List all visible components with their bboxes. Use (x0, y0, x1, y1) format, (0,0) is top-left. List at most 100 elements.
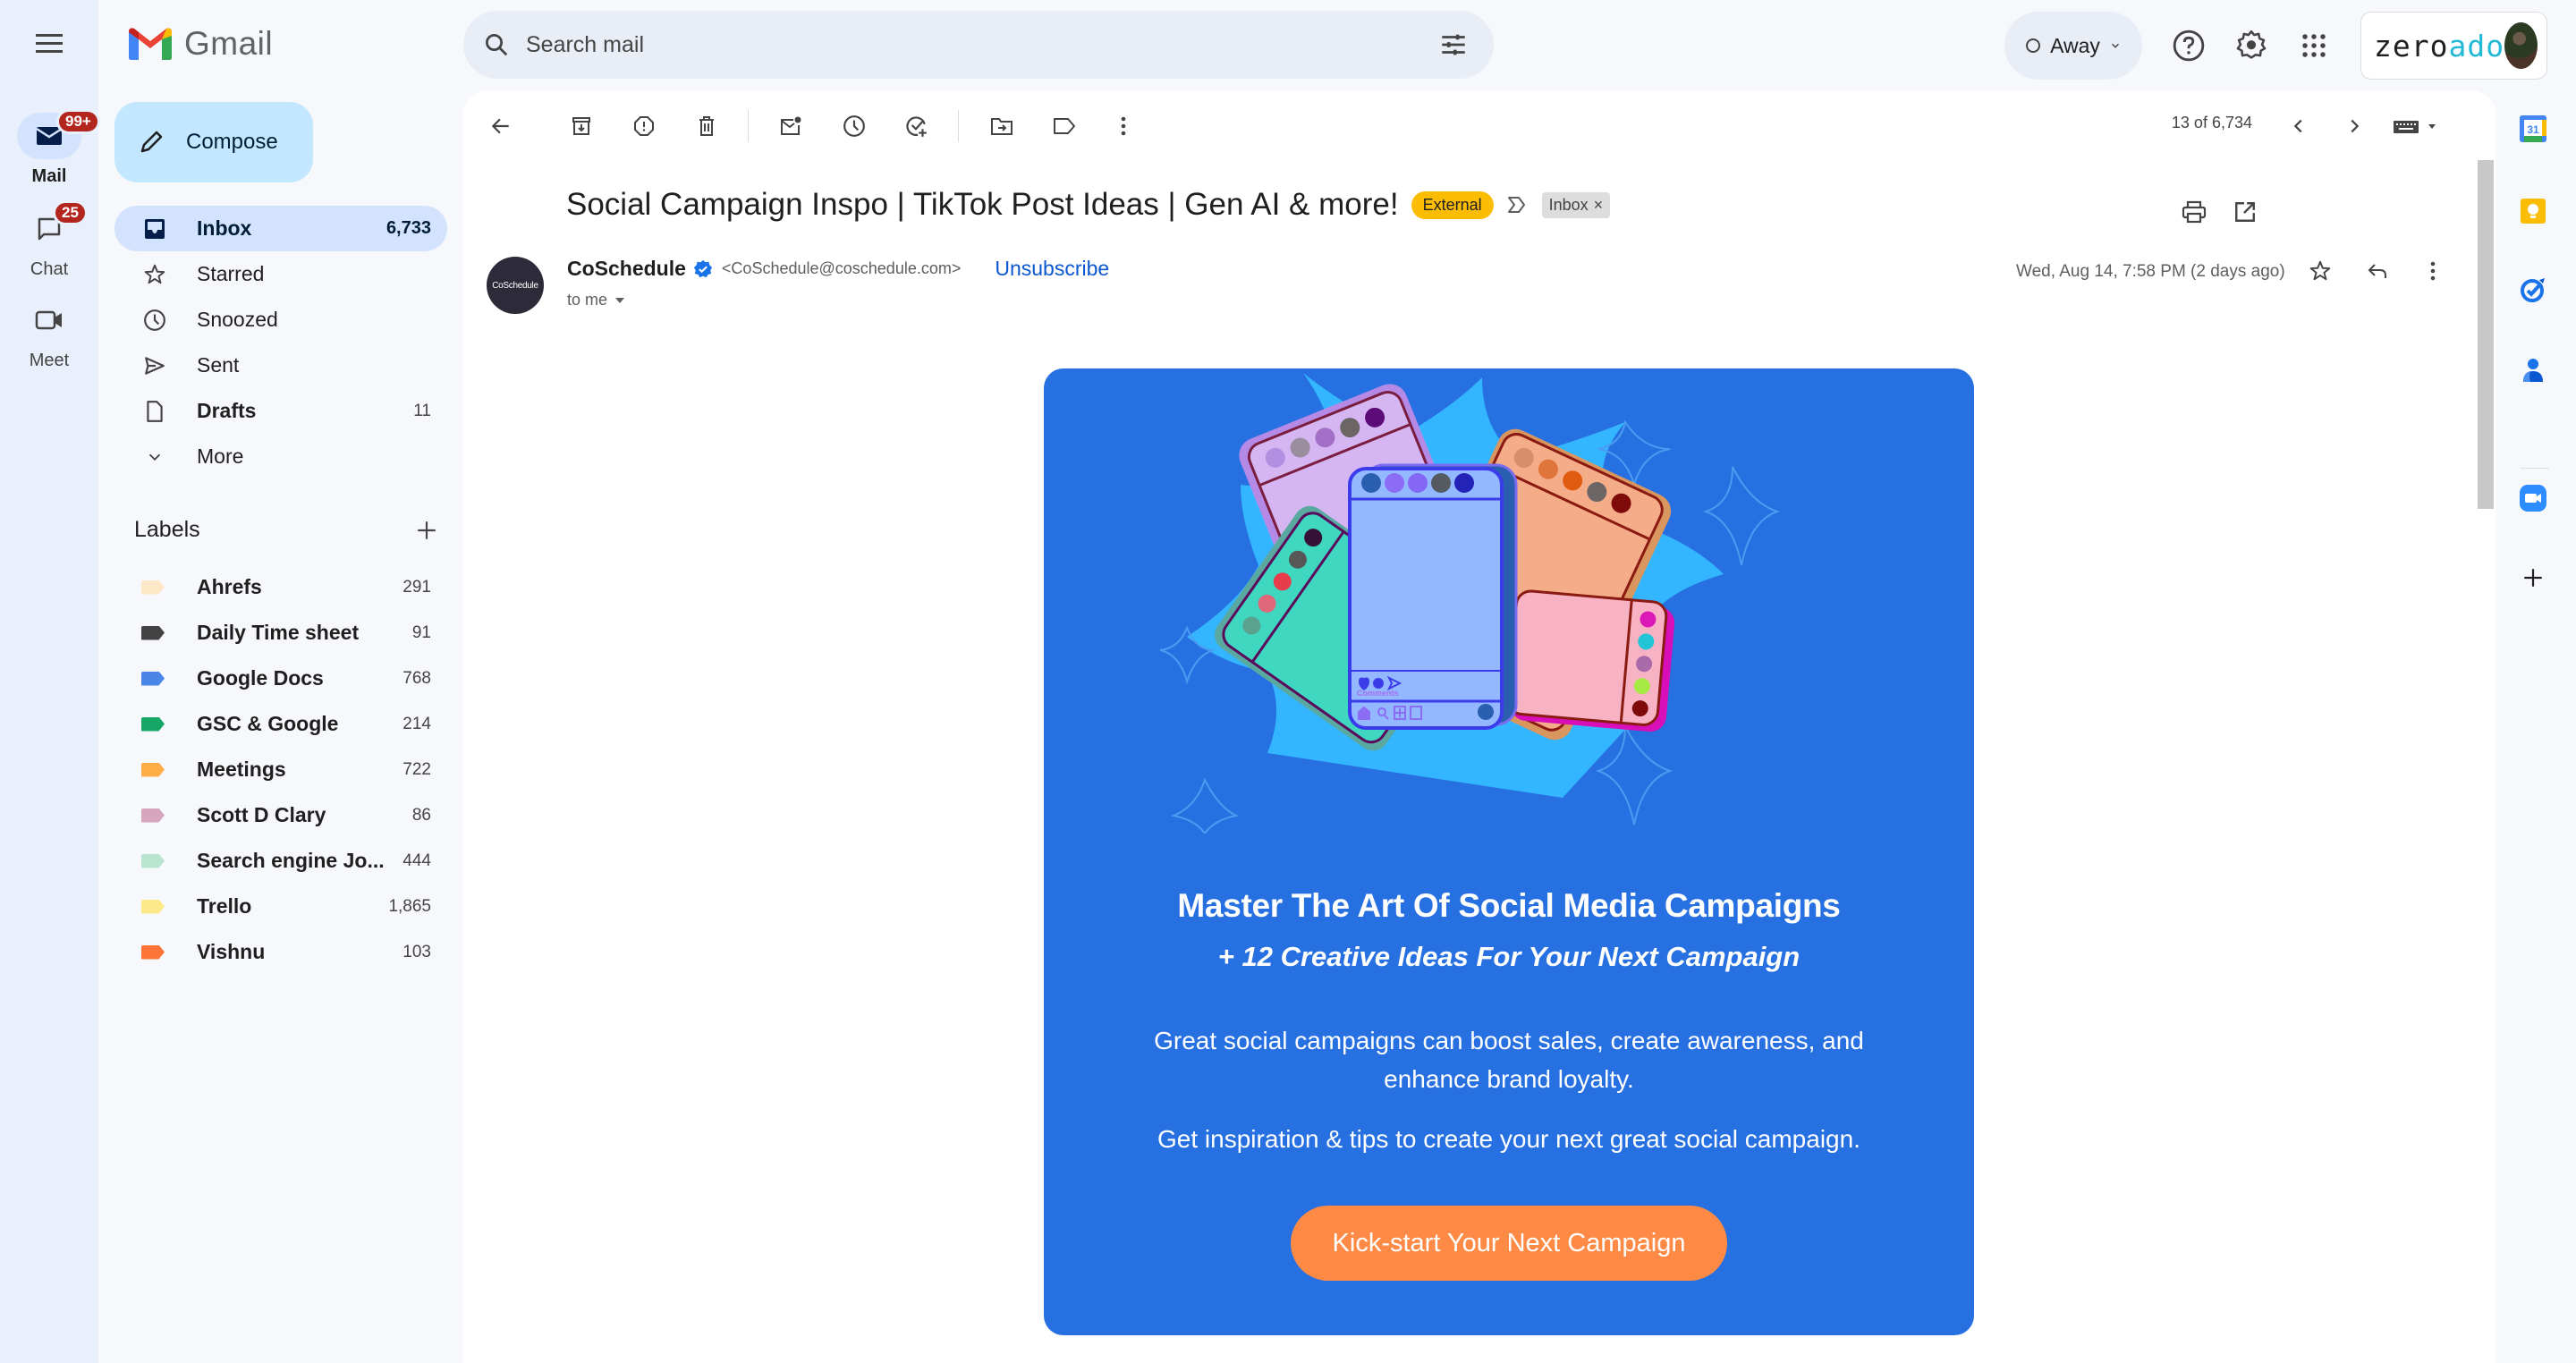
newer-button[interactable] (2279, 106, 2318, 146)
gmail-logo[interactable]: Gmail (129, 25, 273, 63)
older-button[interactable] (2334, 106, 2374, 146)
print-button[interactable] (2174, 192, 2214, 232)
sidebar-label-item[interactable]: Scott D Clary 86 (114, 792, 447, 838)
scrollbar-thumb[interactable] (2478, 160, 2494, 509)
side-panel-keep[interactable] (2512, 190, 2555, 233)
settings-button[interactable] (2230, 24, 2273, 67)
sidebar-label-item[interactable]: Vishnu 103 (114, 929, 447, 975)
label-name: GSC & Google (197, 712, 339, 735)
side-panel-tasks[interactable] (2512, 268, 2555, 311)
back-button[interactable] (481, 106, 521, 146)
add-label-icon[interactable] (415, 519, 438, 542)
sparkle (1170, 777, 1240, 834)
help-button[interactable] (2167, 24, 2210, 67)
label-tag-icon (141, 671, 165, 686)
label-tag-icon (141, 762, 165, 777)
sender-avatar[interactable]: CoSchedule (487, 257, 544, 314)
chevron-left-icon (2293, 119, 2302, 133)
label-tag-icon (141, 625, 165, 640)
draft-icon (147, 400, 163, 422)
main-menu-button[interactable] (30, 29, 68, 59)
sender-name[interactable]: CoSchedule (567, 257, 686, 281)
label-tag-icon (141, 808, 165, 823)
arrow-left-icon (491, 118, 509, 134)
more-actions-button[interactable] (1104, 106, 1143, 146)
archive-button[interactable] (562, 106, 601, 146)
message-more-button[interactable] (2413, 251, 2453, 291)
side-panel-calendar[interactable]: 31 (2512, 107, 2555, 150)
open-new-window-button[interactable] (2225, 192, 2265, 232)
label-tag-icon (141, 944, 165, 960)
cta-button[interactable]: Kick-start Your Next Campaign (1291, 1206, 1727, 1281)
label-tag-icon (141, 580, 165, 595)
search-options-icon[interactable] (1438, 30, 1469, 60)
sidebar-item-inbox[interactable]: Inbox 6,733 (114, 206, 447, 251)
gmail-m-icon (129, 28, 172, 60)
snooze-button[interactable] (835, 106, 874, 146)
label-count: 1,865 (388, 896, 431, 916)
apps-button[interactable] (2292, 24, 2335, 67)
more-vert-icon (2430, 261, 2436, 281)
search-icon[interactable] (483, 31, 510, 58)
sidebar-label-item[interactable]: Ahrefs 291 (114, 564, 447, 610)
sidebar-item-sent[interactable]: Sent (114, 343, 447, 388)
sidebar-item-snoozed[interactable]: Snoozed (114, 297, 447, 343)
unsubscribe-link[interactable]: Unsubscribe (995, 257, 1109, 281)
side-panel-contacts[interactable] (2512, 349, 2555, 392)
sidebar-label-item[interactable]: Search engine Jo... 444 (114, 838, 447, 884)
print-icon (2182, 200, 2207, 224)
remove-label-button[interactable]: × (1594, 196, 1604, 215)
account-switcher[interactable]: zeroado (2360, 12, 2547, 80)
label-name: Vishnu (197, 940, 266, 963)
sidebar-item-count: 6,733 (386, 218, 431, 238)
add-task-icon (906, 116, 927, 137)
labels-button[interactable] (1045, 106, 1084, 146)
chevron-down-icon (148, 453, 161, 461)
sidebar-label-item[interactable]: Google Docs 768 (114, 656, 447, 701)
delete-button[interactable] (687, 106, 726, 146)
pencil-icon (140, 131, 163, 153)
label-name: Meetings (197, 758, 286, 781)
recipient-details-toggle[interactable]: to me (567, 291, 625, 309)
sidebar-label-item[interactable]: Meetings 722 (114, 747, 447, 792)
reply-button[interactable] (2358, 251, 2397, 291)
search-input[interactable] (526, 31, 1438, 58)
help-icon (2173, 30, 2205, 62)
avatar[interactable] (2504, 22, 2538, 69)
keyboard-icon (2394, 121, 2436, 133)
mark-unread-button[interactable] (772, 106, 811, 146)
label-tag-icon (141, 853, 165, 868)
rail-item-mail[interactable]: 99+ Mail (0, 109, 100, 187)
get-addons-button[interactable] (2512, 556, 2555, 599)
rail-item-meet[interactable]: Meet (0, 297, 98, 371)
side-panel-zoom[interactable] (2512, 477, 2555, 520)
sidebar-label-item[interactable]: Daily Time sheet 91 (114, 610, 447, 656)
star-button[interactable] (2301, 251, 2340, 291)
compose-button[interactable]: Compose (114, 102, 313, 182)
search-bar[interactable] (463, 11, 1494, 79)
sidebar-label-item[interactable]: Trello 1,865 (114, 884, 447, 929)
status-dropdown[interactable]: Away (2004, 12, 2142, 80)
sidebar-item-starred[interactable]: Starred (114, 251, 447, 297)
brand-text-primary: zero (2374, 28, 2449, 63)
subject-row: Social Campaign Inspo | TikTok Post Idea… (566, 187, 1611, 223)
gmail-wordmark: Gmail (184, 25, 274, 62)
archive-icon (572, 117, 590, 135)
add-to-tasks-button[interactable] (897, 106, 936, 146)
input-tools-button[interactable] (2386, 106, 2449, 146)
plus-icon (2524, 569, 2542, 587)
sidebar-item-more[interactable]: More (114, 434, 447, 479)
clock-icon (843, 115, 865, 137)
label-tag-icon (141, 716, 165, 732)
sidebar-item-drafts[interactable]: Drafts 11 (114, 388, 447, 434)
report-spam-button[interactable] (624, 106, 664, 146)
sidebar-label-item[interactable]: GSC & Google 214 (114, 701, 447, 747)
importance-marker-icon[interactable] (1506, 195, 1530, 215)
rail-item-chat[interactable]: 25 Chat (0, 200, 98, 280)
message-toolbar: 13 of 6,734 (463, 90, 2496, 162)
svg-text:31: 31 (2527, 123, 2539, 136)
sidebar-item-label: Inbox (197, 216, 252, 240)
status-circle-icon (2026, 38, 2041, 53)
sidebar-item-label: Drafts (197, 399, 257, 422)
move-to-button[interactable] (982, 106, 1021, 146)
